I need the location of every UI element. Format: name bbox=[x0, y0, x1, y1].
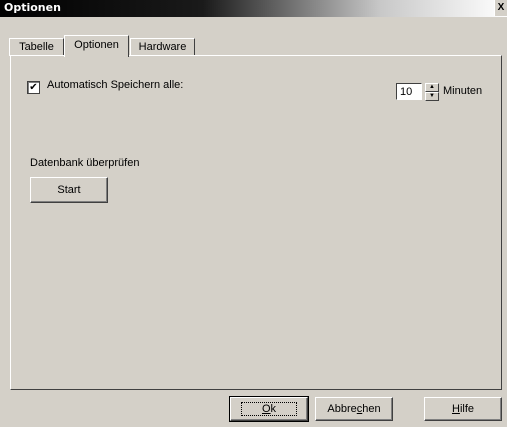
interval-unit-label: Minuten bbox=[443, 85, 483, 97]
tab-hardware[interactable]: Hardware bbox=[130, 38, 195, 56]
ok-button[interactable]: Ok bbox=[229, 396, 309, 422]
close-icon: X bbox=[497, 2, 505, 13]
start-button[interactable]: Start bbox=[30, 177, 108, 203]
help-label: Hilfe bbox=[451, 403, 474, 415]
spin-down-button[interactable]: ▼ bbox=[425, 92, 439, 101]
cancel-button[interactable]: Abbrechen bbox=[315, 397, 393, 421]
arrow-down-icon: ▼ bbox=[429, 93, 435, 99]
autosave-checkbox[interactable]: ✔ bbox=[27, 81, 40, 94]
checkmark-icon: ✔ bbox=[29, 82, 38, 93]
interval-input[interactable]: 10 bbox=[396, 83, 422, 100]
autosave-label: Automatisch Speichern alle: bbox=[47, 79, 184, 91]
spin-up-button[interactable]: ▲ bbox=[425, 83, 439, 92]
db-check-label: Datenbank überprüfen bbox=[30, 157, 140, 169]
close-button[interactable]: X bbox=[494, 0, 507, 16]
tab-tabelle[interactable]: Tabelle bbox=[9, 38, 64, 56]
ok-label: Ok bbox=[240, 402, 298, 416]
arrow-up-icon: ▲ bbox=[429, 84, 435, 90]
window-title: Optionen bbox=[4, 1, 61, 14]
options-panel: ✔ Automatisch Speichern alle: 10 ▲ ▼ Min… bbox=[10, 55, 502, 390]
title-bar: Optionen X bbox=[0, 0, 507, 17]
tab-optionen[interactable]: Optionen bbox=[64, 35, 129, 57]
cancel-label: Abbrechen bbox=[327, 403, 381, 415]
help-button[interactable]: Hilfe bbox=[424, 397, 502, 421]
